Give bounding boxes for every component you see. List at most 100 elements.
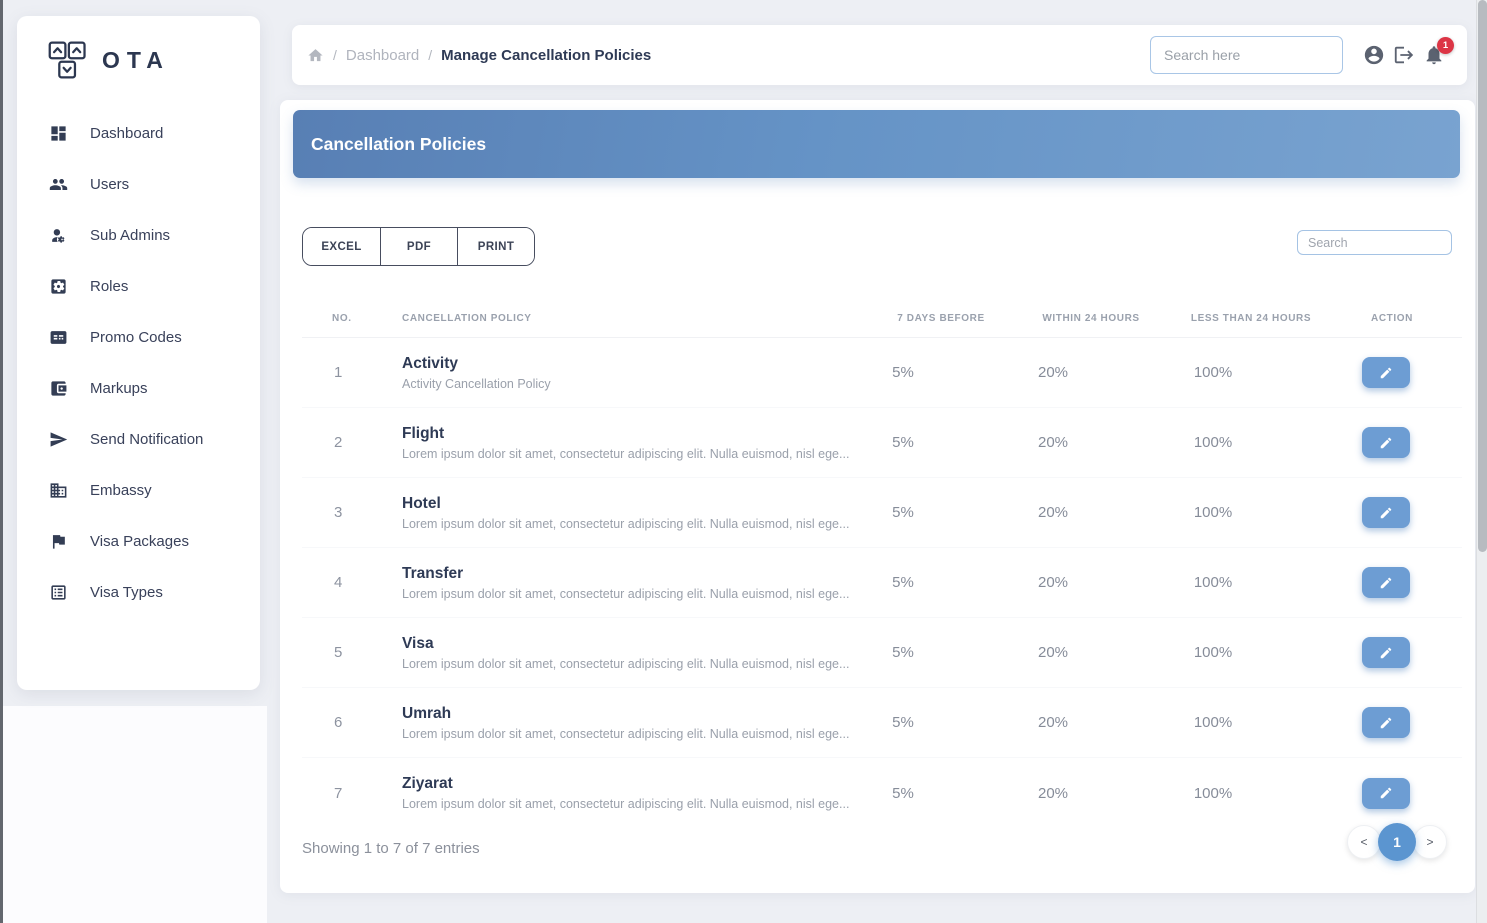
row-number: 3	[334, 504, 343, 521]
within-24-hours-value: 20%	[1037, 784, 1069, 802]
edit-button[interactable]	[1362, 427, 1410, 458]
less-than-24-hours-value: 100%	[1193, 434, 1233, 451]
scrollbar-thumb[interactable]	[1478, 0, 1487, 552]
app-logo-text: OTA	[102, 46, 170, 73]
sidebar-underlay	[3, 706, 267, 923]
sidebar-item-roles[interactable]: Roles	[17, 261, 260, 312]
within-24-hours-value: 20%	[1037, 644, 1069, 661]
logout-icon[interactable]	[1393, 44, 1415, 66]
global-search-input[interactable]	[1150, 36, 1343, 74]
pagination-next-button[interactable]: >	[1413, 825, 1447, 859]
table-row: 7 Ziyarat Lorem ipsum dolor sit amet, co…	[302, 758, 1462, 828]
app-logo[interactable]: OTA	[17, 16, 260, 80]
markups-icon	[49, 379, 68, 398]
edit-icon	[1379, 786, 1393, 800]
pagination-page-1-button[interactable]: 1	[1378, 823, 1416, 861]
action-cell	[1322, 497, 1462, 528]
column-header-action: ACTION	[1371, 313, 1413, 324]
top-header: / Dashboard / Manage Cancellation Polici…	[292, 25, 1467, 85]
visa-types-icon	[49, 583, 68, 602]
excel-export-button[interactable]: EXCEL	[303, 228, 380, 265]
home-icon[interactable]	[307, 47, 324, 64]
sidebar-item-label: Roles	[90, 278, 129, 295]
sidebar-item-sub-admins[interactable]: Sub Admins	[17, 210, 260, 261]
action-cell	[1322, 777, 1462, 809]
edit-icon	[1379, 716, 1393, 730]
column-header-less-than-24-hours: LESS THAN 24 HOURS	[1190, 313, 1312, 324]
sidebar-item-dashboard[interactable]: Dashboard	[17, 108, 260, 159]
seven-days-before-value: 5%	[892, 434, 914, 451]
sidebar-item-label: Dashboard	[90, 125, 164, 142]
sub-admins-icon	[49, 226, 68, 245]
roles-icon	[49, 277, 68, 296]
row-number: 6	[334, 714, 343, 731]
less-than-24-hours-value: 100%	[1193, 364, 1233, 381]
table-row: 4 Transfer Lorem ipsum dolor sit amet, c…	[302, 548, 1462, 618]
embassy-icon	[49, 481, 68, 500]
user-circle-icon[interactable]	[1363, 44, 1385, 66]
policy-name: Umrah	[402, 704, 452, 722]
sidebar-item-label: Sub Admins	[90, 227, 171, 244]
sidebar-item-users[interactable]: Users	[17, 159, 260, 210]
less-than-24-hours-value: 100%	[1193, 714, 1233, 731]
edit-button[interactable]	[1362, 707, 1410, 738]
edit-icon	[1379, 576, 1393, 590]
table-row: 5 Visa Lorem ipsum dolor sit amet, conse…	[302, 618, 1462, 688]
policy-cell: Ziyarat Lorem ipsum dolor sit amet, cons…	[392, 775, 852, 811]
sidebar-item-send-notification[interactable]: Send Notification	[17, 414, 260, 465]
print-export-button[interactable]: PRINT	[457, 228, 534, 265]
row-number: 5	[334, 644, 343, 661]
visa-packages-icon	[49, 532, 68, 551]
sidebar-nav: Dashboard Users Sub Admins Roles Promo C…	[17, 108, 260, 618]
row-number: 1	[334, 364, 343, 381]
action-cell	[1322, 357, 1462, 388]
dashboard-icon	[49, 124, 68, 143]
edit-icon	[1379, 366, 1393, 380]
policy-cell: Flight Lorem ipsum dolor sit amet, conse…	[392, 425, 852, 461]
sidebar-item-embassy[interactable]: Embassy	[17, 465, 260, 516]
sidebar-item-label: Visa Packages	[90, 533, 189, 550]
seven-days-before-value: 5%	[892, 644, 914, 661]
edit-button[interactable]	[1362, 567, 1410, 598]
sidebar-item-markups[interactable]: Markups	[17, 363, 260, 414]
seven-days-before-value: 5%	[892, 714, 914, 731]
policy-name: Activity	[402, 354, 458, 372]
policy-description: Lorem ipsum dolor sit amet, consectetur …	[402, 446, 850, 461]
within-24-hours-value: 20%	[1037, 714, 1069, 731]
table-row: 6 Umrah Lorem ipsum dolor sit amet, cons…	[302, 688, 1462, 758]
edit-button[interactable]	[1362, 637, 1410, 668]
header-actions: 1	[1150, 36, 1454, 74]
seven-days-before-value: 5%	[892, 364, 914, 381]
promo-codes-icon	[49, 328, 68, 347]
pagination-prev-button[interactable]: <	[1347, 825, 1381, 859]
pdf-export-button[interactable]: PDF	[380, 228, 457, 265]
table-row: 2 Flight Lorem ipsum dolor sit amet, con…	[302, 408, 1462, 478]
bell-button[interactable]: 1	[1423, 37, 1454, 66]
edit-button[interactable]	[1362, 497, 1410, 528]
edit-icon	[1379, 506, 1393, 520]
breadcrumb-separator: /	[333, 47, 337, 63]
seven-days-before-value: 5%	[892, 574, 914, 591]
table-row: 1 Activity Activity Cancellation Policy …	[302, 338, 1462, 408]
sidebar-item-visa-types[interactable]: Visa Types	[17, 567, 260, 618]
edit-button[interactable]	[1362, 777, 1410, 809]
policy-description: Lorem ipsum dolor sit amet, consectetur …	[402, 656, 850, 671]
policy-description: Lorem ipsum dolor sit amet, consectetur …	[402, 726, 850, 741]
breadcrumb-separator: /	[428, 47, 433, 63]
sidebar-item-promo-codes[interactable]: Promo Codes	[17, 312, 260, 363]
policy-description: Lorem ipsum dolor sit amet, consectetur …	[402, 797, 850, 811]
table-body: 1 Activity Activity Cancellation Policy …	[302, 338, 1462, 828]
edit-button[interactable]	[1362, 357, 1410, 388]
table-search-input[interactable]	[1297, 230, 1452, 255]
table-row: 3 Hotel Lorem ipsum dolor sit amet, cons…	[302, 478, 1462, 548]
sidebar-item-visa-packages[interactable]: Visa Packages	[17, 516, 260, 567]
policy-description: Lorem ipsum dolor sit amet, consectetur …	[402, 586, 850, 601]
edit-icon	[1379, 436, 1393, 450]
sidebar: OTA Dashboard Users Sub Admins Roles Pro…	[17, 16, 260, 690]
breadcrumb-dashboard-link[interactable]: Dashboard	[346, 47, 419, 64]
vertical-scrollbar[interactable]	[1476, 0, 1487, 923]
policy-name: Hotel	[402, 494, 441, 512]
page-banner: Cancellation Policies	[293, 110, 1460, 178]
policy-cell: Activity Activity Cancellation Policy	[392, 355, 852, 391]
cancellation-policies-table: NO. CANCELLATION POLICY 7 DAYS BEFORE WI…	[302, 300, 1462, 828]
